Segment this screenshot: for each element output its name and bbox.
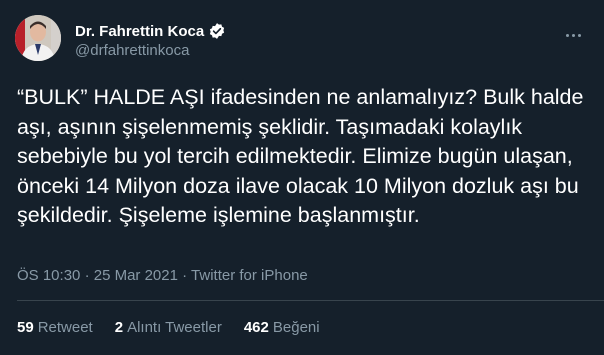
quotes-count: 2 — [114, 319, 124, 336]
tweet-meta: ÖS 10:30 · 25 Mar 2021 · Twitter for iPh… — [17, 267, 308, 284]
verified-badge-icon — [208, 22, 226, 40]
avatar-image — [15, 15, 61, 61]
likes-stat[interactable]: 462 Beğeni — [244, 319, 320, 336]
author-name-row: Dr. Fahrettin Koca — [75, 22, 226, 40]
retweets-stat[interactable]: 59 Retweet — [17, 319, 93, 336]
tweet-time[interactable]: ÖS 10:30 — [17, 267, 80, 284]
retweets-label: Retweet — [37, 319, 93, 336]
avatar[interactable] — [15, 15, 61, 61]
author-handle[interactable]: @drfahrettinkoca — [75, 42, 189, 59]
divider — [17, 300, 604, 301]
meta-separator: · — [182, 267, 188, 284]
author-display-name[interactable]: Dr. Fahrettin Koca — [75, 23, 204, 40]
quotes-stat[interactable]: 2 Alıntı Tweetler — [115, 319, 222, 336]
likes-label: Beğeni — [272, 319, 320, 336]
meta-separator: · — [84, 267, 90, 284]
retweets-count: 59 — [17, 319, 34, 336]
tweet-date[interactable]: 25 Mar 2021 — [94, 267, 178, 284]
tweet-stats: 59 Retweet 2 Alıntı Tweetler 462 Beğeni — [17, 319, 342, 336]
quotes-label: Alıntı Tweetler — [127, 319, 222, 336]
more-options-icon[interactable] — [566, 24, 586, 37]
likes-count: 462 — [243, 319, 269, 336]
tweet-text: “BULK” HALDE AŞI ifadesinden ne anlamalı… — [17, 85, 590, 227]
tweet-client[interactable]: Twitter for iPhone — [191, 267, 308, 284]
tweet-card: Dr. Fahrettin Koca @drfahrettinkoca “BUL… — [0, 0, 604, 355]
